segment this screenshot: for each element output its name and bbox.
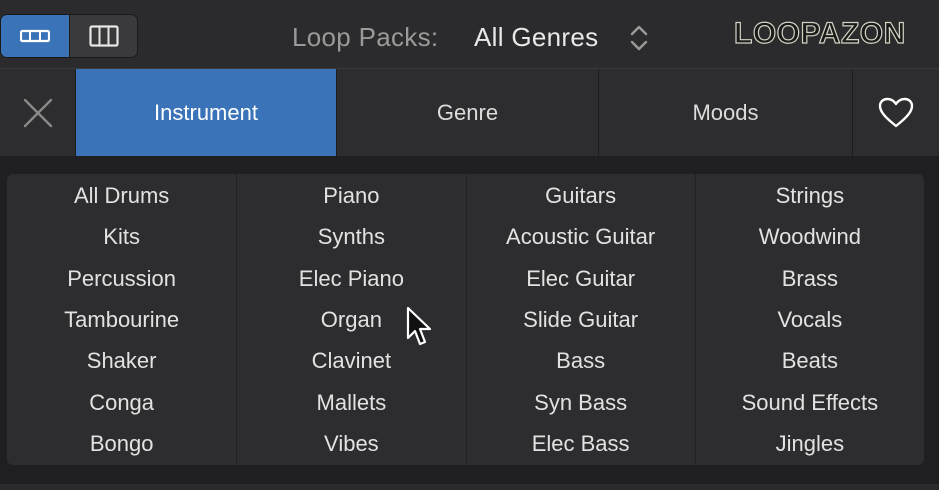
keyword-button[interactable]: Tambourine: [7, 299, 236, 340]
keyword-button[interactable]: Kits: [7, 216, 236, 257]
tab-instrument[interactable]: Instrument: [76, 69, 337, 156]
keyword-button[interactable]: Sound Effects: [696, 382, 924, 423]
tab-genre[interactable]: Genre: [337, 69, 599, 156]
keyword-button[interactable]: Piano: [237, 175, 465, 216]
keyword-button[interactable]: Vibes: [237, 424, 465, 465]
keyword-button[interactable]: Elec Piano: [237, 258, 465, 299]
button-view-toggle[interactable]: [1, 15, 69, 57]
keyword-grid: All Drums Kits Percussion Tambourine Sha…: [7, 174, 924, 465]
keyword-button[interactable]: Strings: [696, 175, 924, 216]
keyword-button[interactable]: Percussion: [7, 258, 236, 299]
keyword-button[interactable]: Syn Bass: [467, 382, 695, 423]
keyword-button[interactable]: Slide Guitar: [467, 299, 695, 340]
button-view-icon: [20, 29, 50, 43]
heart-icon: [878, 97, 914, 127]
keyword-column: All Drums Kits Percussion Tambourine Sha…: [7, 174, 236, 465]
keyword-panel: All Drums Kits Percussion Tambourine Sha…: [0, 156, 939, 490]
keyword-column: Guitars Acoustic Guitar Elec Guitar Slid…: [465, 174, 695, 465]
favorites-button[interactable]: [853, 69, 939, 156]
close-icon: [23, 98, 52, 127]
keyword-button[interactable]: Mallets: [237, 382, 465, 423]
keyword-button[interactable]: Jingles: [696, 424, 924, 465]
brand-logo: LOOPAZON: [733, 16, 906, 50]
keyword-button[interactable]: Synths: [237, 216, 465, 257]
keyword-button[interactable]: Guitars: [467, 175, 695, 216]
keyword-column: Strings Woodwind Brass Vocals Beats Soun…: [694, 174, 924, 465]
bottom-divider: [0, 484, 939, 490]
keyword-button[interactable]: Brass: [696, 258, 924, 299]
keyword-button[interactable]: Shaker: [7, 341, 236, 382]
keyword-button[interactable]: Elec Guitar: [467, 258, 695, 299]
keyword-button[interactable]: Bongo: [7, 424, 236, 465]
keyword-button[interactable]: Bass: [467, 341, 695, 382]
filter-tabs: Instrument Genre Moods: [0, 68, 939, 156]
column-view-toggle[interactable]: [69, 15, 137, 57]
reset-button[interactable]: [0, 69, 76, 156]
keyword-button[interactable]: Elec Bass: [467, 424, 695, 465]
loop-packs-label: Loop Packs:: [292, 22, 439, 52]
keyword-button[interactable]: All Drums: [7, 175, 236, 216]
mouse-pointer-icon: [406, 306, 432, 346]
view-toggle: [0, 14, 138, 58]
top-bar: Loop Packs: All Genres LOOPAZON: [0, 0, 939, 68]
keyword-button[interactable]: Conga: [7, 382, 236, 423]
chevron-up-down-icon[interactable]: [628, 22, 650, 54]
keyword-button[interactable]: Vocals: [696, 299, 924, 340]
keyword-button[interactable]: Beats: [696, 341, 924, 382]
keyword-button[interactable]: Acoustic Guitar: [467, 216, 695, 257]
column-view-icon: [88, 25, 119, 47]
loop-pack-select[interactable]: All Genres: [474, 22, 598, 53]
tab-moods[interactable]: Moods: [599, 69, 853, 156]
keyword-button[interactable]: Woodwind: [696, 216, 924, 257]
